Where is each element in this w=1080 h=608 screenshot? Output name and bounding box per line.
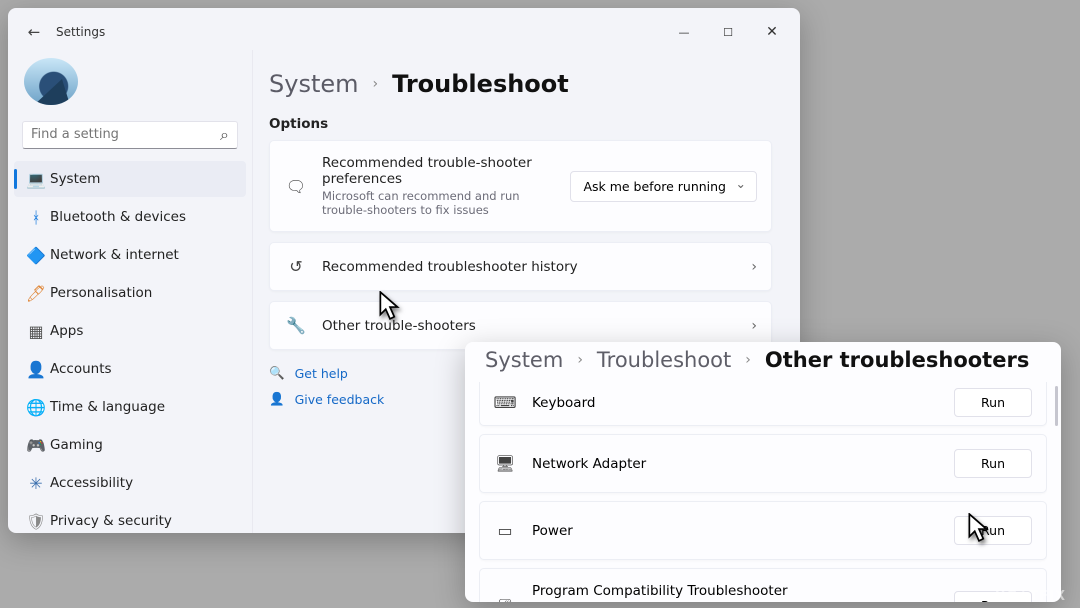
time-icon: 🌐 [22, 398, 50, 417]
breadcrumb-system[interactable]: System [485, 348, 563, 372]
chevron-right-icon: › [745, 352, 751, 368]
section-title: Options [269, 116, 778, 132]
breadcrumb-system[interactable]: System [269, 70, 359, 98]
sidebar-item-apps[interactable]: ▦Apps [14, 313, 246, 349]
gaming-icon: 🎮 [22, 436, 50, 455]
sidebar-item-system[interactable]: 💻System [14, 161, 246, 197]
page-title: Troubleshoot [392, 70, 569, 98]
get-help-link[interactable]: Get help [295, 366, 348, 381]
run-button[interactable]: Run [954, 388, 1032, 417]
history-icon: ↺ [284, 257, 308, 276]
sidebar-item-gaming[interactable]: 🎮Gaming [14, 427, 246, 463]
troubleshooter-power[interactable]: ▭ Power Run [479, 501, 1047, 560]
keyboard-icon: ⌨ [494, 393, 516, 412]
sidebar-item-label: Gaming [50, 437, 103, 453]
card-recommended-preferences[interactable]: 🗨 Recommended trouble-shooter preference… [269, 140, 772, 232]
personalisation-icon: 🖊 [22, 284, 50, 303]
network-icon: 🔷 [22, 246, 50, 265]
breadcrumb: System › Troubleshoot [269, 70, 778, 98]
sidebar-item-label: Privacy & security [50, 513, 172, 529]
sidebar-item-personalisation[interactable]: 🖊Personalisation [14, 275, 246, 311]
search-box[interactable]: ⌕ [22, 121, 238, 149]
troubleshooter-network-adapter[interactable]: 🖥 Network Adapter Run [479, 434, 1047, 493]
search-input[interactable] [31, 127, 220, 142]
sidebar-item-label: Accessibility [50, 475, 133, 491]
apps-icon: ▦ [22, 322, 50, 341]
accessibility-icon: ✳ [22, 474, 50, 493]
close-button[interactable]: ✕ [750, 18, 794, 46]
sidebar-item-network[interactable]: 🔷Network & internet [14, 237, 246, 273]
sidebar-item-label: Personalisation [50, 285, 152, 301]
troubleshooter-program-compatibility[interactable]: ⎚ Program Compatibility Troubleshooter F… [479, 568, 1047, 602]
sidebar-item-label: System [50, 171, 100, 187]
item-title: Keyboard [532, 395, 938, 411]
card-title: Recommended troubleshooter history [322, 259, 737, 275]
sidebar: ⌕ 💻System ᚼBluetooth & devices 🔷Network … [8, 50, 252, 533]
card-desc: Microsoft can recommend and run trouble-… [322, 189, 556, 217]
window-title: Settings [56, 25, 105, 39]
chevron-right-icon: › [577, 352, 583, 368]
breadcrumb: System › Troubleshoot › Other troublesho… [485, 348, 1047, 372]
card-title: Other trouble-shooters [322, 318, 737, 334]
sidebar-item-bluetooth[interactable]: ᚼBluetooth & devices [14, 199, 246, 235]
card-history[interactable]: ↺ Recommended troubleshooter history › [269, 242, 772, 291]
sidebar-item-accessibility[interactable]: ✳Accessibility [14, 465, 246, 501]
chevron-right-icon: › [751, 318, 757, 334]
run-button[interactable]: Run [954, 449, 1032, 478]
page-title: Other troubleshooters [765, 348, 1029, 372]
run-button[interactable]: Run [954, 516, 1032, 545]
item-title: Program Compatibility Troubleshooter [532, 583, 938, 599]
wrench-icon: 🔧 [284, 316, 308, 335]
item-title: Network Adapter [532, 456, 938, 472]
network-adapter-icon: 🖥 [494, 454, 516, 473]
feedback-icon: 👤 [269, 391, 285, 407]
preferences-dropdown[interactable]: Ask me before running [570, 171, 757, 202]
sidebar-item-label: Time & language [50, 399, 165, 415]
give-feedback-link[interactable]: Give feedback [295, 392, 385, 407]
sidebar-item-time[interactable]: 🌐Time & language [14, 389, 246, 425]
compatibility-icon: ⎚ [494, 595, 516, 602]
scrollbar-thumb[interactable] [1055, 386, 1058, 426]
power-icon: ▭ [494, 521, 516, 540]
troubleshooter-list: ⌨ Keyboard Run 🖥 Network Adapter Run ▭ P… [479, 382, 1047, 602]
item-desc: Find and fix problems with running older… [532, 601, 938, 602]
back-button[interactable]: ← [22, 23, 46, 41]
other-troubleshooters-window: System › Troubleshoot › Other troublesho… [465, 342, 1061, 602]
minimize-button[interactable]: — [662, 18, 706, 46]
system-icon: 💻 [22, 170, 50, 189]
accounts-icon: 👤 [22, 360, 50, 379]
avatar[interactable] [24, 58, 78, 105]
card-title: Recommended trouble-shooter preferences [322, 155, 556, 187]
item-title: Power [532, 523, 938, 539]
help-icon: 🔍 [269, 365, 285, 381]
bluetooth-icon: ᚼ [22, 208, 50, 227]
breadcrumb-troubleshoot[interactable]: Troubleshoot [597, 348, 731, 372]
watermark: UG⟐TFIX [995, 589, 1066, 604]
sidebar-item-accounts[interactable]: 👤Accounts [14, 351, 246, 387]
nav-list: 💻System ᚼBluetooth & devices 🔷Network & … [8, 159, 252, 533]
chat-icon: 🗨 [284, 177, 308, 196]
maximize-button[interactable]: ☐ [706, 18, 750, 46]
titlebar: ← Settings — ☐ ✕ [8, 8, 800, 50]
sidebar-item-label: Apps [50, 323, 83, 339]
sidebar-item-label: Network & internet [50, 247, 179, 263]
chevron-right-icon: › [751, 259, 757, 275]
troubleshooter-keyboard[interactable]: ⌨ Keyboard Run [479, 382, 1047, 426]
search-icon: ⌕ [220, 125, 229, 145]
sidebar-item-privacy[interactable]: 🛡Privacy & security [14, 503, 246, 533]
chevron-right-icon: › [373, 76, 379, 92]
privacy-icon: 🛡 [22, 512, 50, 531]
sidebar-item-label: Bluetooth & devices [50, 209, 186, 225]
sidebar-item-label: Accounts [50, 361, 112, 377]
